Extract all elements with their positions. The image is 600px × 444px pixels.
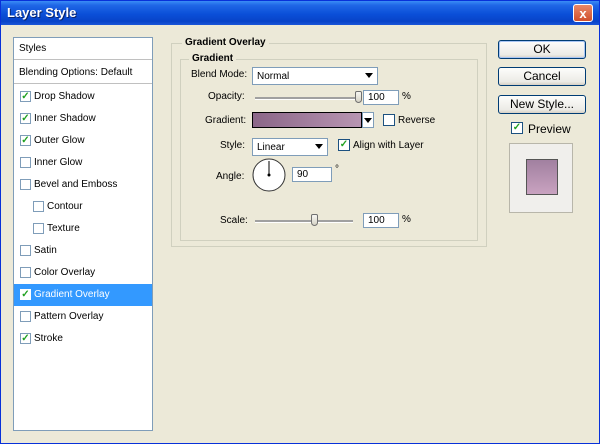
layer-style-dialog: Layer Style x Styles Blending Options: D…: [0, 0, 600, 444]
list-item-label: Gradient Overlay: [34, 289, 110, 300]
list-item-outer-glow[interactable]: ✓ Outer Glow: [14, 130, 152, 152]
opacity-input[interactable]: 100: [363, 90, 399, 105]
ok-button[interactable]: OK: [498, 40, 586, 59]
reverse-checkbox[interactable]: [383, 114, 395, 126]
list-item-label: Contour: [47, 201, 83, 212]
list-item-label: Texture: [47, 223, 80, 234]
chevron-down-icon: [315, 144, 323, 149]
style-value: Linear: [257, 142, 285, 153]
align-with-layer-checkbox[interactable]: ✓: [338, 139, 350, 151]
blend-mode-select[interactable]: Normal: [252, 67, 378, 85]
opacity-slider-track[interactable]: [255, 97, 359, 100]
opacity-label: Opacity:: [208, 91, 245, 102]
list-item-texture[interactable]: Texture: [14, 218, 152, 240]
gradient-overlay-group: Gradient Overlay Gradient Blend Mode: No…: [171, 37, 487, 247]
gradient-dropdown-button[interactable]: [362, 112, 374, 128]
list-item-color-overlay[interactable]: Color Overlay: [14, 262, 152, 284]
preview-area: [509, 143, 573, 213]
list-item-label: Bevel and Emboss: [34, 179, 118, 190]
list-item-label: Pattern Overlay: [34, 311, 104, 322]
gradient-overlay-checkbox[interactable]: ✓: [20, 289, 31, 300]
scale-slider-thumb[interactable]: [311, 214, 318, 226]
close-button[interactable]: x: [573, 4, 593, 22]
chevron-down-icon: [365, 73, 373, 78]
inner-glow-checkbox[interactable]: [20, 157, 31, 168]
chevron-down-icon: [364, 118, 372, 123]
outer-glow-checkbox[interactable]: ✓: [20, 135, 31, 146]
section-title: Gradient Overlay: [182, 37, 269, 48]
angle-dial[interactable]: [251, 157, 287, 193]
bevel-emboss-checkbox[interactable]: [20, 179, 31, 190]
list-item-inner-shadow[interactable]: ✓ Inner Shadow: [14, 108, 152, 130]
list-item-label: Outer Glow: [34, 135, 85, 146]
list-item-label: Drop Shadow: [34, 91, 95, 102]
list-item-stroke[interactable]: ✓ Stroke: [14, 328, 152, 350]
subsection-title: Gradient: [189, 53, 237, 64]
close-icon: x: [579, 6, 587, 21]
reverse-label: Reverse: [398, 115, 436, 126]
list-item-label: Blending Options: Default: [19, 67, 133, 78]
title-bar[interactable]: Layer Style x: [1, 1, 599, 25]
dialog-body: Styles Blending Options: Default ✓ Drop …: [1, 25, 599, 443]
align-with-layer-label: Align with Layer: [353, 140, 424, 151]
satin-checkbox[interactable]: [20, 245, 31, 256]
list-item-bevel-emboss[interactable]: Bevel and Emboss: [14, 174, 152, 196]
blend-mode-label: Blend Mode:: [191, 69, 248, 80]
inner-shadow-checkbox[interactable]: ✓: [20, 113, 31, 124]
scale-label: Scale:: [220, 215, 248, 226]
blend-mode-value: Normal: [257, 71, 290, 82]
gradient-picker[interactable]: [252, 112, 362, 128]
list-item-contour[interactable]: Contour: [14, 196, 152, 218]
cancel-button[interactable]: Cancel: [498, 67, 586, 86]
style-select[interactable]: Linear: [252, 138, 328, 156]
list-item-label: Satin: [34, 245, 57, 256]
preview-checkbox[interactable]: ✓: [511, 122, 523, 134]
list-item-label: Inner Glow: [34, 157, 83, 168]
opacity-slider-thumb[interactable]: [355, 91, 362, 103]
list-item-inner-glow[interactable]: Inner Glow: [14, 152, 152, 174]
scale-input[interactable]: 100: [363, 213, 399, 228]
list-item-label: Color Overlay: [34, 267, 96, 278]
scale-slider-track[interactable]: [255, 220, 353, 223]
scale-unit: %: [402, 214, 411, 225]
angle-label: Angle:: [216, 171, 245, 182]
gradient-label: Gradient:: [205, 115, 247, 126]
style-label: Style:: [220, 140, 246, 151]
styles-list: Styles Blending Options: Default ✓ Drop …: [13, 37, 153, 431]
list-item-satin[interactable]: Satin: [14, 240, 152, 262]
list-item-label: Stroke: [34, 333, 63, 344]
list-item-blending-options[interactable]: Blending Options: Default: [14, 62, 152, 84]
stroke-checkbox[interactable]: ✓: [20, 333, 31, 344]
contour-checkbox[interactable]: [33, 201, 44, 212]
list-item-label: Inner Shadow: [34, 113, 96, 124]
drop-shadow-checkbox[interactable]: ✓: [20, 91, 31, 102]
preview-swatch: [526, 159, 558, 195]
preview-label: Preview: [528, 122, 571, 136]
angle-unit: °: [335, 164, 339, 175]
color-overlay-checkbox[interactable]: [20, 267, 31, 278]
dialog-title: Layer Style: [7, 5, 77, 20]
list-item-gradient-overlay[interactable]: ✓ Gradient Overlay: [14, 284, 152, 306]
pattern-overlay-checkbox[interactable]: [20, 311, 31, 322]
angle-input[interactable]: 90: [292, 167, 332, 182]
list-item-pattern-overlay[interactable]: Pattern Overlay: [14, 306, 152, 328]
opacity-unit: %: [402, 91, 411, 102]
gradient-subgroup: Gradient Blend Mode: Normal Opacity: 100…: [180, 53, 478, 241]
texture-checkbox[interactable]: [33, 223, 44, 234]
list-item-label: Styles: [19, 43, 47, 54]
list-item-styles[interactable]: Styles: [14, 38, 152, 60]
new-style-button[interactable]: New Style...: [498, 95, 586, 114]
list-item-drop-shadow[interactable]: ✓ Drop Shadow: [14, 86, 152, 108]
